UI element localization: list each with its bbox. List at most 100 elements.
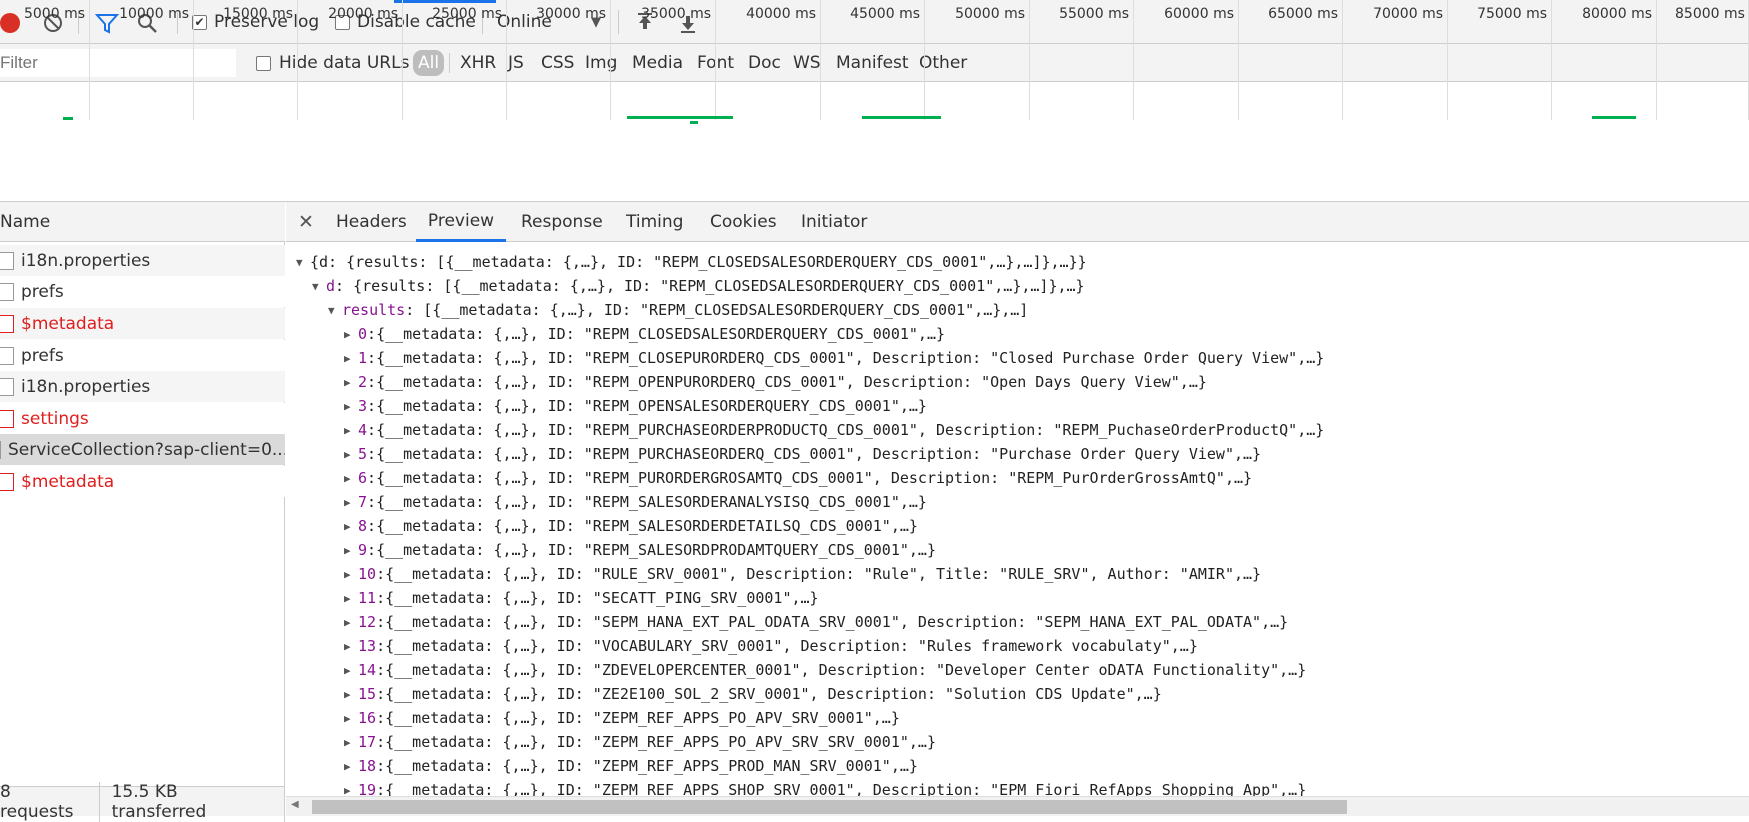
request-row[interactable]: prefs <box>0 340 285 371</box>
request-row[interactable]: prefs <box>0 276 285 307</box>
result-index: 8 <box>358 517 368 535</box>
request-row[interactable]: $metadata <box>0 308 285 339</box>
timeline-request-bar <box>862 116 941 119</box>
request-name: ServiceCollection?sap-client=0... <box>8 439 285 460</box>
collapsed-triangle-icon: ▶ <box>344 495 351 509</box>
tab-response[interactable]: Response <box>521 202 603 242</box>
request-name: prefs <box>21 281 64 302</box>
tab-preview[interactable]: Preview <box>416 202 506 242</box>
expand-triangle-icon: ▼ <box>328 303 335 317</box>
result-row[interactable]: ▶ 14: {__metadata: {,…}, ID: "ZDEVELOPERC… <box>344 658 1306 682</box>
result-index: 2 <box>358 373 368 391</box>
request-row[interactable]: settings <box>0 403 285 434</box>
timeline-tick: 50000 ms <box>925 0 1030 120</box>
result-row[interactable]: ▶ 16: {__metadata: {,…}, ID: "ZEPM_REF_AP… <box>344 706 900 730</box>
request-name: i18n.properties <box>21 376 151 397</box>
result-summary: {__metadata: {,…}, ID: "SEPM_HANA_EXT_PA… <box>385 613 1289 631</box>
result-row[interactable]: ▶ 13: {__metadata: {,…}, ID: "VOCABULARY_… <box>344 634 1198 658</box>
result-row[interactable]: ▶ 17: {__metadata: {,…}, ID: "ZEPM_REF_AP… <box>344 730 936 754</box>
result-row[interactable]: ▶ 3: {__metadata: {,…}, ID: "REPM_OPENSAL… <box>344 394 927 418</box>
collapsed-triangle-icon: ▶ <box>344 399 351 413</box>
collapsed-triangle-icon: ▶ <box>344 567 351 581</box>
timeline-tick: 55000 ms <box>1030 0 1134 120</box>
timeline-tick: 30000 ms <box>507 0 611 120</box>
result-summary: {__metadata: {,…}, ID: "REPM_PURCHASEORD… <box>376 445 1262 463</box>
timeline-request-bar <box>1592 116 1636 119</box>
collapsed-triangle-icon: ▶ <box>344 543 351 557</box>
result-row[interactable]: ▶ 1: {__metadata: {,…}, ID: "REPM_CLOSEPU… <box>344 346 1324 370</box>
result-index: 18 <box>358 757 377 775</box>
request-name: $metadata <box>21 471 115 492</box>
result-row[interactable]: ▶ 18: {__metadata: {,…}, ID: "ZEPM_REF_AP… <box>344 754 918 778</box>
json-preview: ▼ {d: {results: [{__metadata: {,…}, ID: "… <box>286 242 1749 796</box>
close-detail-button[interactable]: ✕ <box>298 202 314 242</box>
timeline-tick: 40000 ms <box>716 0 821 120</box>
tab-headers[interactable]: Headers <box>336 202 407 242</box>
result-index: 19 <box>358 781 377 796</box>
status-bar: 8 requests 15.5 KB transferred <box>0 781 285 822</box>
request-row[interactable]: i18n.properties <box>0 371 285 402</box>
result-row[interactable]: ▶ 2: {__metadata: {,…}, ID: "REPM_OPENPUR… <box>344 370 1207 394</box>
timeline-tick: 75000 ms <box>1448 0 1552 120</box>
collapsed-triangle-icon: ▶ <box>344 375 351 389</box>
result-summary: {__metadata: {,…}, ID: "ZDEVELOPERCENTER… <box>385 661 1307 679</box>
tab-cookies[interactable]: Cookies <box>710 202 777 242</box>
timeline-tick: 10000 ms <box>90 0 194 120</box>
tree-node-d[interactable]: ▼ d: {results: [{__metadata: {,…}, ID: "R… <box>312 274 1085 298</box>
tab-initiator[interactable]: Initiator <box>801 202 867 242</box>
request-row-selected[interactable]: ServiceCollection?sap-client=0... <box>0 434 285 465</box>
result-index: 11 <box>358 589 377 607</box>
collapsed-triangle-icon: ▶ <box>344 327 351 341</box>
request-type-icon <box>0 409 14 428</box>
result-row[interactable]: ▶ 9: {__metadata: {,…}, ID: "REPM_SALESOR… <box>344 538 936 562</box>
tab-timing[interactable]: Timing <box>626 202 683 242</box>
result-row[interactable]: ▶ 19: {__metadata: {,…}, ID: "ZEPM_REF_AP… <box>344 778 1306 796</box>
result-index: 12 <box>358 613 377 631</box>
result-summary: {__metadata: {,…}, ID: "REPM_OPENSALESOR… <box>376 397 927 415</box>
result-row[interactable]: ▶ 7: {__metadata: {,…}, ID: "REPM_SALESOR… <box>344 490 927 514</box>
timeline-tick: 45000 ms <box>821 0 925 120</box>
result-summary: {__metadata: {,…}, ID: "REPM_CLOSEPURORD… <box>376 349 1325 367</box>
name-column-header[interactable]: Name <box>0 202 285 242</box>
result-summary: {__metadata: {,…}, ID: "ZEPM_REF_APPS_PO… <box>385 709 900 727</box>
collapsed-triangle-icon: ▶ <box>344 783 351 797</box>
result-summary: {__metadata: {,…}, ID: "REPM_SALESORDPRO… <box>376 541 936 559</box>
result-summary: {__metadata: {,…}, ID: "REPM_SALESORDERA… <box>376 493 927 511</box>
result-row[interactable]: ▶ 12: {__metadata: {,…}, ID: "SEPM_HANA_E… <box>344 610 1288 634</box>
result-row[interactable]: ▶ 11: {__metadata: {,…}, ID: "SECATT_PING… <box>344 586 819 610</box>
result-row[interactable]: ▶ 4: {__metadata: {,…}, ID: "REPM_PURCHAS… <box>344 418 1324 442</box>
request-row[interactable]: $metadata <box>0 466 285 497</box>
collapsed-triangle-icon: ▶ <box>344 591 351 605</box>
result-index: 17 <box>358 733 377 751</box>
collapsed-triangle-icon: ▶ <box>344 351 351 365</box>
collapsed-triangle-icon: ▶ <box>344 471 351 485</box>
result-summary: {__metadata: {,…}, ID: "REPM_CLOSEDSALES… <box>376 325 946 343</box>
result-row[interactable]: ▶ 0: {__metadata: {,…}, ID: "REPM_CLOSEDS… <box>344 322 945 346</box>
timeline-tick: 5000 ms <box>0 0 90 120</box>
horizontal-scrollbar-thumb[interactable] <box>312 800 1347 814</box>
timeline-tick: 65000 ms <box>1239 0 1343 120</box>
result-index: 3 <box>358 397 368 415</box>
request-name: i18n.properties <box>21 250 151 271</box>
result-index: 7 <box>358 493 368 511</box>
scroll-left-arrow-icon[interactable]: ◀ <box>291 799 299 810</box>
timeline-tick: 25000 ms <box>403 0 507 120</box>
result-row[interactable]: ▶ 8: {__metadata: {,…}, ID: "REPM_SALESOR… <box>344 514 918 538</box>
collapsed-triangle-icon: ▶ <box>344 423 351 437</box>
result-row[interactable]: ▶ 5: {__metadata: {,…}, ID: "REPM_PURCHAS… <box>344 442 1261 466</box>
tree-node-results[interactable]: ▼ results: [{__metadata: {,…}, ID: "REPM_… <box>328 298 1028 322</box>
result-row[interactable]: ▶ 10: {__metadata: {,…}, ID: "RULE_SRV_00… <box>344 562 1261 586</box>
result-summary: {__metadata: {,…}, ID: "ZE2E100_SOL_2_SR… <box>385 685 1162 703</box>
request-name: $metadata <box>21 313 115 334</box>
result-summary: {__metadata: {,…}, ID: "SECATT_PING_SRV_… <box>385 589 819 607</box>
result-index: 14 <box>358 661 377 679</box>
request-name: prefs <box>21 345 64 366</box>
collapsed-triangle-icon: ▶ <box>344 759 351 773</box>
expand-triangle-icon: ▼ <box>296 255 303 269</box>
result-row[interactable]: ▶ 6: {__metadata: {,…}, ID: "REPM_PURORDE… <box>344 466 1252 490</box>
request-row[interactable]: i18n.properties <box>0 245 285 276</box>
result-row[interactable]: ▶ 15: {__metadata: {,…}, ID: "ZE2E100_SOL… <box>344 682 1162 706</box>
request-type-icon <box>0 472 14 491</box>
tree-root[interactable]: ▼ {d: {results: [{__metadata: {,…}, ID: "… <box>296 250 1087 274</box>
result-summary: {__metadata: {,…}, ID: "REPM_PURCHASEORD… <box>376 421 1325 439</box>
